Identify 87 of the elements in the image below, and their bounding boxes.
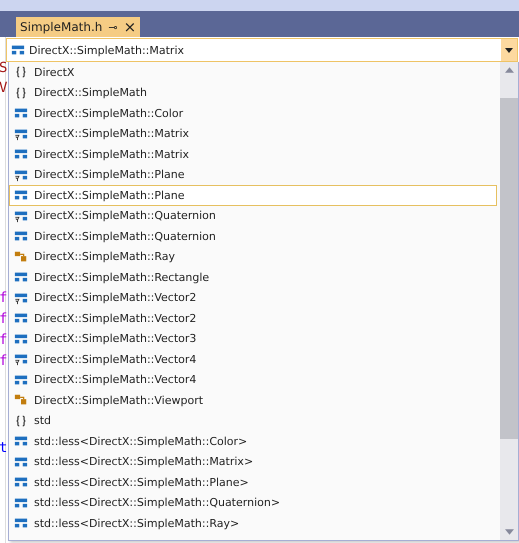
scroll-thumb[interactable] (500, 98, 518, 439)
list-item[interactable]: DirectX::SimpleMath::Matrix (9, 124, 497, 144)
item-label: DirectX::SimpleMath::Vector2 (34, 291, 196, 304)
list-item[interactable]: DirectX::SimpleMath::Ray (9, 246, 497, 267)
item-label: DirectX::SimpleMath::Vector2 (34, 312, 196, 325)
item-label: DirectX::SimpleMath (34, 86, 147, 100)
class-icon (14, 106, 28, 120)
list-item[interactable]: DirectX::SimpleMath::Vector4 (9, 370, 497, 390)
item-label: DirectX::SimpleMath::Plane (34, 168, 185, 182)
list-item[interactable]: std::less<DirectX::SimpleMath::Plane> (9, 472, 497, 492)
item-label: std::less<DirectX::SimpleMath::Ray> (34, 516, 240, 530)
close-button[interactable]: × (124, 20, 136, 34)
braces-icon (14, 414, 28, 428)
list-item[interactable]: DirectX::SimpleMath::Plane (9, 185, 497, 206)
list-item[interactable]: DirectX::SimpleMath::Vector2 (9, 288, 497, 308)
list-item[interactable]: DirectX::SimpleMath::Rectangle (9, 267, 497, 288)
class-shortcut-icon (14, 126, 28, 141)
item-label: std::less<DirectX::SimpleMath::Color> (34, 434, 248, 448)
struct-icon (14, 393, 28, 408)
list-item[interactable]: std (9, 410, 497, 431)
class-shortcut-icon (14, 352, 28, 366)
code-fragment: S (0, 59, 8, 77)
list-item[interactable]: DirectX::SimpleMath::Quaternion (9, 206, 497, 226)
list-item[interactable]: DirectX::SimpleMath::Viewport (9, 390, 497, 410)
class-shortcut-icon (14, 168, 28, 182)
braces-icon (14, 65, 28, 80)
item-label: DirectX::SimpleMath::Viewport (34, 394, 204, 407)
class-icon (14, 454, 28, 469)
scroll-up-icon[interactable] (504, 67, 514, 73)
list-item[interactable]: DirectX::SimpleMath::Vector4 (9, 349, 497, 370)
list-item[interactable]: std::less<DirectX::SimpleMath::Matrix> (9, 452, 497, 472)
list-item[interactable]: DirectX (9, 62, 497, 82)
item-label: DirectX::SimpleMath::Vector4 (34, 352, 196, 366)
item-label: DirectX::SimpleMath::Rectangle (34, 270, 210, 284)
item-label: std (34, 414, 52, 428)
item-label: std::less<DirectX::SimpleMath::Quaternion> (34, 496, 280, 510)
scope-dropdown[interactable]: DirectX::SimpleMath::Matrix (6, 38, 518, 62)
class-icon (14, 311, 28, 326)
dropdown-value: DirectX::SimpleMath::Matrix (29, 44, 186, 56)
item-label: DirectX::SimpleMath::Plane (34, 188, 185, 202)
class-icon (14, 372, 28, 387)
list-item[interactable]: DirectX::SimpleMath::Quaternion (9, 226, 497, 246)
list-item[interactable]: std::less<DirectX::SimpleMath::Quaternion> (9, 492, 497, 513)
item-label: DirectX (34, 66, 74, 79)
list-item[interactable]: std::less<DirectX::SimpleMath::Ray> (9, 513, 497, 534)
list-item[interactable]: DirectX::SimpleMath::Vector2 (9, 308, 497, 328)
item-label: std::less<DirectX::SimpleMath::Matrix> (34, 455, 254, 468)
class-icon (11, 43, 25, 57)
pin-button[interactable]: ⊸ (108, 20, 118, 34)
item-label: std::less<DirectX::SimpleMath::Plane> (34, 476, 249, 489)
class-icon (14, 516, 28, 530)
class-icon (14, 496, 28, 510)
braces-icon (14, 86, 28, 100)
class-icon (14, 147, 28, 162)
class-icon (14, 188, 28, 202)
class-shortcut-icon (14, 208, 28, 223)
document-tab[interactable]: SimpleMath.h ⊸ × (16, 17, 140, 37)
item-label: DirectX::SimpleMath::Matrix (34, 148, 190, 161)
scroll-down-icon[interactable] (504, 529, 514, 535)
class-shortcut-icon (14, 290, 28, 305)
list-item[interactable]: DirectX::SimpleMath::Matrix (9, 144, 497, 164)
class-icon (14, 270, 28, 284)
list-item[interactable]: DirectX::SimpleMath (9, 82, 497, 103)
item-label: DirectX::SimpleMath::Matrix (34, 127, 190, 140)
class-icon (14, 434, 28, 448)
class-icon (14, 332, 28, 346)
class-icon (14, 475, 28, 490)
item-label: DirectX::SimpleMath::Ray (34, 250, 176, 264)
scrollbar[interactable] (500, 62, 518, 540)
class-icon (14, 229, 28, 244)
item-label: DirectX::SimpleMath::Quaternion (34, 209, 216, 222)
item-label: DirectX::SimpleMath::Vector4 (34, 373, 196, 386)
code-fragment: t (0, 439, 8, 457)
list-item[interactable]: DirectX::SimpleMath::Vector3 (9, 328, 497, 349)
item-label: DirectX::SimpleMath::Color (34, 106, 184, 120)
code-fragment: f (0, 289, 8, 307)
code-fragment: f (0, 331, 8, 349)
caret-icon (505, 48, 513, 52)
list-item[interactable]: std::less<DirectX::SimpleMath::Color> (9, 431, 497, 452)
code-fragment: f (0, 352, 8, 370)
item-label: DirectX::SimpleMath::Quaternion (34, 230, 216, 243)
item-label: DirectX::SimpleMath::Vector3 (34, 332, 196, 346)
tab-title: SimpleMath.h (20, 20, 102, 34)
code-fragment: f (0, 310, 8, 328)
list-item[interactable]: DirectX::SimpleMath::Color (9, 103, 497, 124)
struct-icon (14, 250, 28, 264)
list-item[interactable]: DirectX::SimpleMath::Plane (9, 164, 497, 185)
